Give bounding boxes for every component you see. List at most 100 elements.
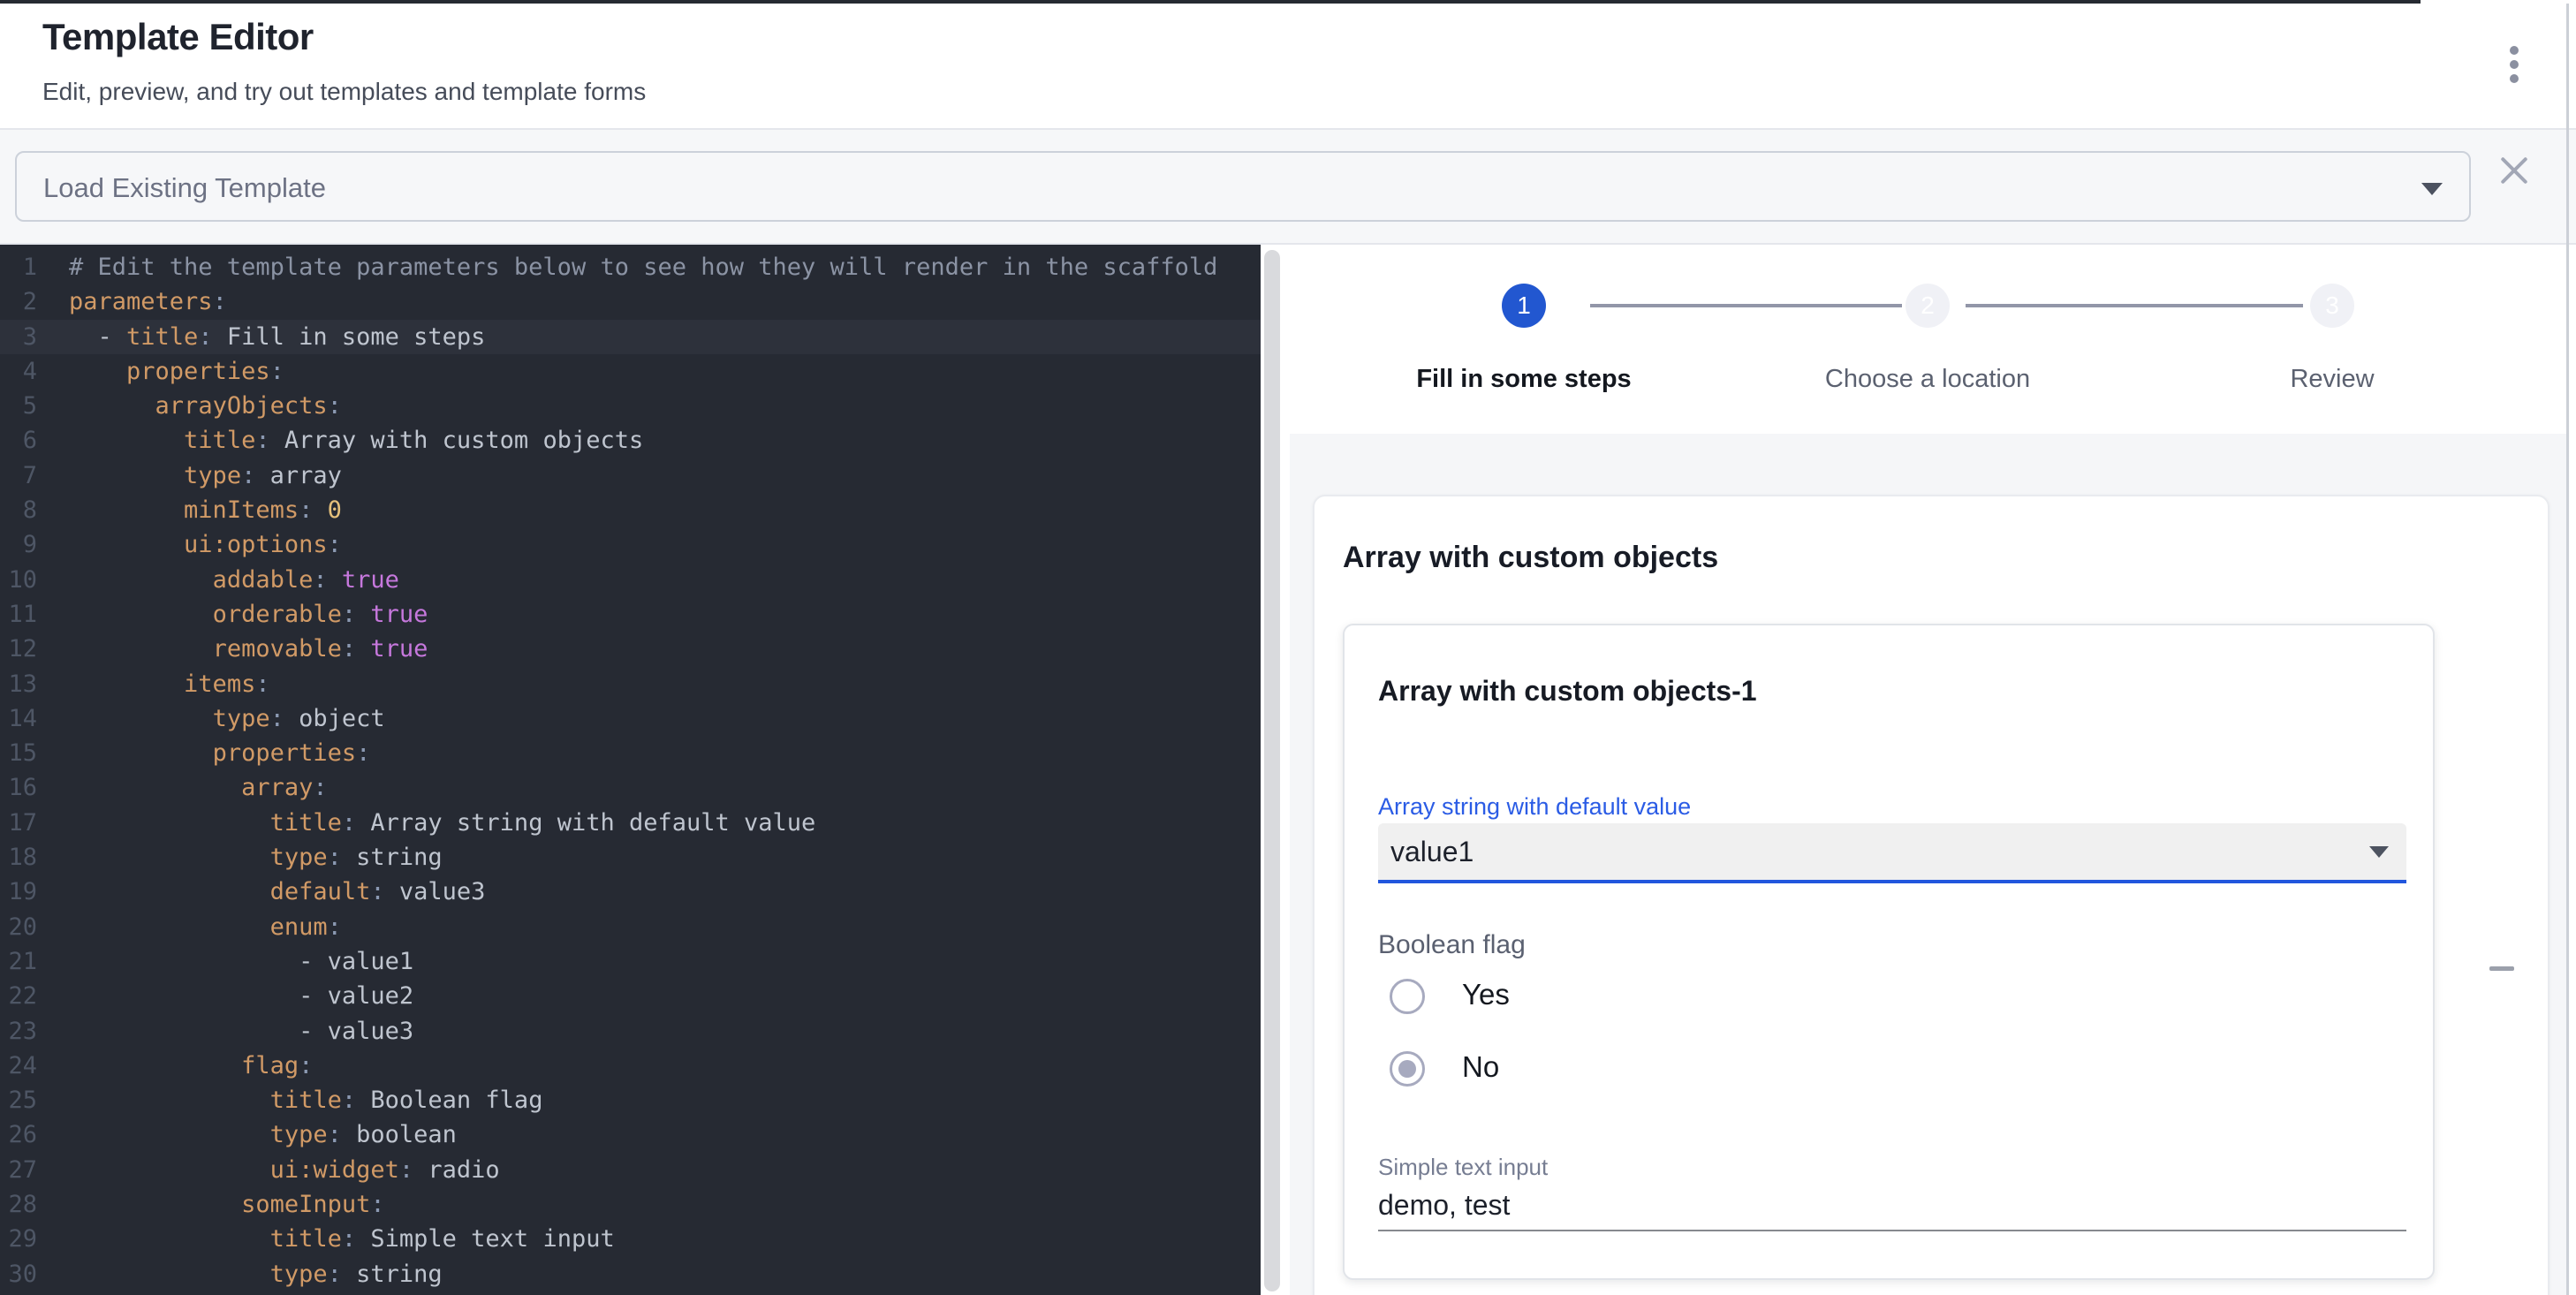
editor-line[interactable]: 7 type: array	[0, 458, 1261, 493]
line-number: 8	[0, 493, 37, 527]
editor-line[interactable]: 15 properties:	[0, 736, 1261, 770]
dropdown-arrow-icon	[2369, 846, 2389, 858]
line-number: 6	[0, 423, 37, 458]
editor-line[interactable]: 8 minItems: 0	[0, 493, 1261, 527]
editor-line[interactable]: 9 ui:options:	[0, 527, 1261, 562]
editor-line[interactable]: 21 - value1	[0, 944, 1261, 979]
editor-line[interactable]: 5 arrayObjects:	[0, 389, 1261, 423]
line-number: 13	[0, 667, 37, 701]
code-text: type: array	[69, 458, 342, 493]
line-number: 10	[0, 563, 37, 597]
remove-icon	[2489, 966, 2514, 971]
line-number: 21	[0, 944, 37, 979]
text-field-label: Simple text input	[1378, 1154, 1548, 1181]
line-number: 22	[0, 979, 37, 1013]
more-vert-icon[interactable]	[2495, 35, 2534, 92]
select-field-label: Array string with default value	[1378, 793, 1691, 821]
line-number: 20	[0, 910, 37, 944]
editor-line[interactable]: 22 - value2	[0, 979, 1261, 1013]
editor-line[interactable]: 24 flag:	[0, 1049, 1261, 1083]
editor-line[interactable]: 6 title: Array with custom objects	[0, 423, 1261, 458]
close-icon[interactable]	[2498, 155, 2530, 186]
code-text: properties:	[69, 736, 370, 770]
editor-line[interactable]: 13 items:	[0, 667, 1261, 701]
line-number: 9	[0, 527, 37, 562]
code-text: type: string	[69, 1257, 443, 1291]
editor-scrollbar-track	[1261, 245, 1290, 1295]
code-text: ui:options:	[69, 527, 342, 562]
code-text: title: Simple text input	[69, 1222, 615, 1256]
code-text: properties:	[69, 354, 284, 389]
line-number: 11	[0, 597, 37, 632]
select-value: value1	[1390, 836, 1474, 868]
code-text: - title: Fill in some steps	[69, 320, 485, 354]
code-text: type: boolean	[69, 1117, 457, 1152]
editor-line[interactable]: 14 type: object	[0, 701, 1261, 736]
array-string-select[interactable]: value1	[1378, 823, 2406, 883]
load-existing-template-select[interactable]: Load Existing Template	[15, 151, 2471, 222]
code-text: arrayObjects:	[69, 389, 342, 423]
page-scrollbar-track	[2566, 4, 2569, 1295]
editor-line[interactable]: 17 title: Array string with default valu…	[0, 806, 1261, 840]
radio-option-label: No	[1462, 1050, 1499, 1084]
main-split: 1 # Edit the template parameters below to…	[0, 245, 2576, 1295]
code-text: ui:widget: radio	[69, 1153, 500, 1187]
simple-text-input[interactable]: demo, test	[1378, 1189, 2406, 1231]
line-number: 18	[0, 840, 37, 875]
editor-line[interactable]: 20 enum:	[0, 910, 1261, 944]
toolbar: Load Existing Template	[0, 130, 2576, 245]
editor-line[interactable]: 10 addable: true	[0, 563, 1261, 597]
step-3: 3Review	[2173, 284, 2491, 394]
line-number: 14	[0, 701, 37, 736]
remove-item-button[interactable]	[2481, 947, 2523, 989]
code-text: title: Array with custom objects	[69, 423, 643, 458]
editor-line[interactable]: 23 - value3	[0, 1014, 1261, 1049]
editor-line[interactable]: 26 type: boolean	[0, 1117, 1261, 1152]
editor-line[interactable]: 29 title: Simple text input	[0, 1222, 1261, 1256]
scrollbar-thumb[interactable]	[1264, 250, 1280, 1291]
code-text: type: string	[69, 840, 443, 875]
line-number: 15	[0, 736, 37, 770]
editor-line[interactable]: 19 default: value3	[0, 875, 1261, 909]
code-text: - value3	[69, 1014, 413, 1049]
editor-line-active[interactable]: 3 - title: Fill in some steps	[0, 320, 1261, 354]
preview-panel: 1Fill in some steps2Choose a location3Re…	[1290, 245, 2567, 1295]
editor-line[interactable]: 11 orderable: true	[0, 597, 1261, 632]
editor-line[interactable]: 28 someInput:	[0, 1187, 1261, 1222]
line-number: 30	[0, 1257, 37, 1291]
editor-line[interactable]: 4 properties:	[0, 354, 1261, 389]
editor-line[interactable]: 2parameters:	[0, 284, 1261, 319]
line-number: 19	[0, 875, 37, 909]
top-border-strip	[0, 0, 2421, 4]
code-text: # Edit the template parameters below to …	[69, 250, 1217, 284]
editor-line[interactable]: 27 ui:widget: radio	[0, 1153, 1261, 1187]
step-label: Choose a location	[1769, 365, 2087, 394]
editor-line[interactable]: 25 title: Boolean flag	[0, 1083, 1261, 1117]
form-section-title: Array with custom objects	[1343, 541, 1718, 575]
array-item-card: Array with custom objects-1 Array string…	[1343, 624, 2435, 1280]
load-template-placeholder: Load Existing Template	[43, 172, 326, 204]
line-number: 28	[0, 1187, 37, 1222]
step-circle: 2	[1905, 284, 1950, 328]
code-text: type: object	[69, 701, 385, 736]
line-number: 7	[0, 458, 37, 493]
radio-checked-icon	[1390, 1051, 1425, 1087]
code-text: someInput:	[69, 1187, 385, 1222]
line-number: 5	[0, 389, 37, 423]
editor-line[interactable]: 1# Edit the template parameters below to…	[0, 250, 1261, 284]
code-text: title: Array string with default value	[69, 806, 815, 840]
code-text: parameters:	[69, 284, 227, 319]
editor-line[interactable]: 30 type: string	[0, 1257, 1261, 1291]
code-text: minItems: 0	[69, 493, 342, 527]
editor-line[interactable]: 18 type: string	[0, 840, 1261, 875]
step-circle: 1	[1502, 284, 1546, 328]
line-number: 12	[0, 632, 37, 666]
array-item-title: Array with custom objects-1	[1378, 675, 1757, 708]
code-editor[interactable]: 1# Edit the template parameters below to…	[0, 245, 1261, 1295]
editor-line[interactable]: 16 array:	[0, 770, 1261, 805]
editor-lines: 1# Edit the template parameters below to…	[0, 250, 1261, 1291]
page-title: Template Editor	[42, 16, 314, 58]
editor-line[interactable]: 12 removable: true	[0, 632, 1261, 666]
line-number: 27	[0, 1153, 37, 1187]
form-card: Array with custom objects Array with cus…	[1313, 495, 2549, 1295]
